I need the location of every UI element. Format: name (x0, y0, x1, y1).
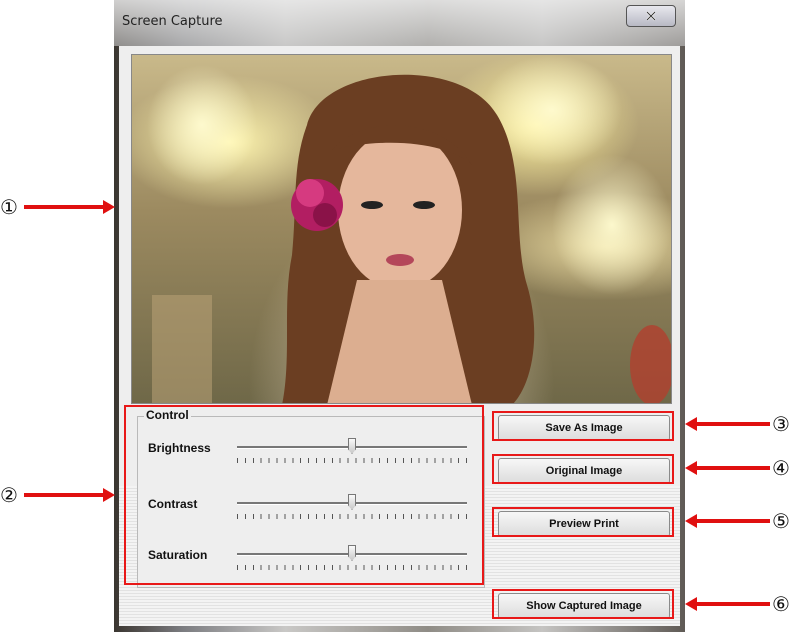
slider-thumb[interactable] (348, 438, 356, 454)
control-group-label: Control (144, 408, 191, 422)
annotation-5: ⑤ (772, 509, 790, 533)
preview-print-button[interactable]: Preview Print (498, 511, 670, 537)
save-as-image-button[interactable]: Save As Image (498, 415, 670, 441)
arrow-right-icon (103, 488, 115, 502)
client-area: Control Brightness Contrast Saturation S… (119, 46, 680, 626)
control-group: Control Brightness Contrast Saturation (137, 408, 485, 588)
arrow-6-line (696, 602, 770, 606)
saturation-slider[interactable] (237, 545, 467, 575)
screen-capture-window: Screen Capture Control Brightness Contra… (114, 0, 685, 632)
annotation-1: ① (0, 195, 18, 219)
annotation-4: ④ (772, 456, 790, 480)
window-title: Screen Capture (122, 14, 223, 29)
brightness-slider[interactable] (237, 438, 467, 468)
slider-thumb[interactable] (348, 494, 356, 510)
close-button[interactable] (626, 5, 676, 27)
arrow-2-line (24, 493, 104, 497)
arrow-right-icon (103, 200, 115, 214)
contrast-slider[interactable] (237, 494, 467, 524)
slider-ticks (237, 514, 467, 519)
arrow-5-line (696, 519, 770, 523)
slider-ticks (237, 458, 467, 463)
arrow-3-line (696, 422, 770, 426)
show-captured-image-button[interactable]: Show Captured Image (498, 593, 670, 619)
captured-image (131, 54, 672, 404)
brightness-label: Brightness (148, 441, 211, 455)
annotation-6: ⑥ (772, 592, 790, 616)
title-bar: Screen Capture (114, 0, 685, 46)
slider-thumb[interactable] (348, 545, 356, 561)
arrow-1-line (24, 205, 104, 209)
original-image-button[interactable]: Original Image (498, 458, 670, 484)
slider-ticks (237, 565, 467, 570)
saturation-label: Saturation (148, 548, 208, 562)
contrast-label: Contrast (148, 497, 198, 511)
annotation-3: ③ (772, 412, 790, 436)
arrow-4-line (696, 466, 770, 470)
close-icon (646, 11, 656, 21)
annotation-2: ② (0, 483, 18, 507)
